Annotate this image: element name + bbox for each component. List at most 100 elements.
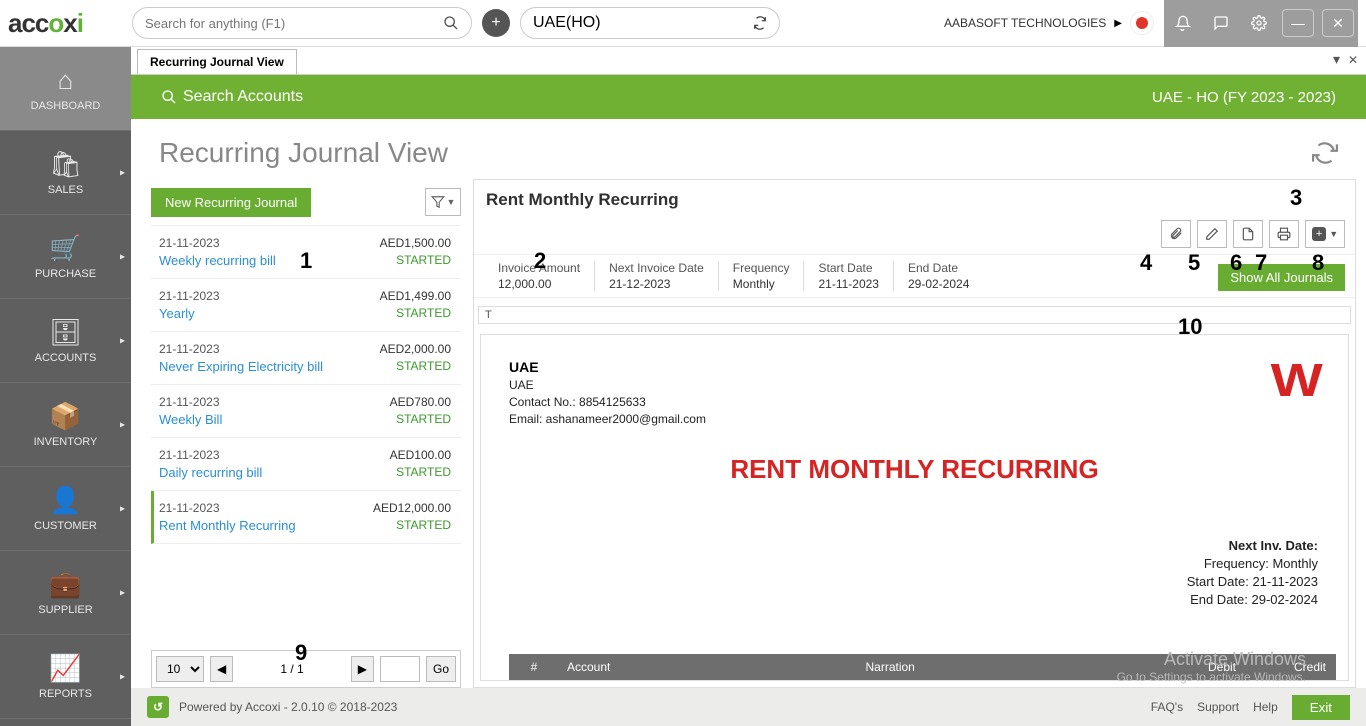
page-input[interactable] <box>380 656 420 682</box>
global-search[interactable] <box>132 7 472 39</box>
t-marker: T <box>478 306 1351 324</box>
bell-icon[interactable] <box>1164 0 1202 47</box>
support-link[interactable]: Support <box>1197 700 1239 714</box>
search-accounts[interactable]: Search Accounts <box>161 88 303 106</box>
col-account: Account <box>559 660 858 674</box>
table-header: # Account Narration Debit Credit <box>509 654 1336 680</box>
search-input[interactable] <box>145 16 443 31</box>
cart-icon: 🛒 <box>49 233 81 264</box>
journal-list: 21-11-2023Weekly recurring billAED1,500.… <box>151 225 461 650</box>
chevron-right-icon: ▸ <box>120 335 125 346</box>
nav-label: CUSTOMER <box>34 520 97 532</box>
close-window-button[interactable]: ✕ <box>1322 9 1354 37</box>
chevron-down-icon: ▼ <box>447 197 456 207</box>
metric: End Date29-02-2024 <box>894 261 983 291</box>
document-preview: UAE UAE Contact No.: 8854125633 Email: a… <box>480 334 1349 681</box>
nav-dashboard[interactable]: ⌂ DASHBOARD <box>0 47 131 131</box>
doc-heading: RENT MONTHLY RECURRING <box>509 454 1320 485</box>
nav-supplier[interactable]: 💼 SUPPLIER ▸ <box>0 551 131 635</box>
item-date: 21-11-2023 <box>159 289 220 303</box>
refresh-button[interactable] <box>1312 140 1338 166</box>
search-icon[interactable] <box>443 15 459 31</box>
chart-icon: 📈 <box>49 653 81 684</box>
metric: Start Date 21-11-2023 <box>804 261 894 291</box>
chevron-right-icon[interactable]: ▶ <box>1114 18 1122 29</box>
new-recurring-journal-button[interactable]: New Recurring Journal <box>151 188 311 217</box>
nav-inventory[interactable]: 📦 INVENTORY ▸ <box>0 383 131 467</box>
location-select[interactable]: UAE(HO) <box>520 7 780 39</box>
metric: Next Invoice Date21-12-2023 <box>595 261 719 291</box>
item-status: STARTED <box>390 412 451 426</box>
fy-label: UAE - HO (FY 2023 - 2023) <box>1152 89 1336 106</box>
item-name: Never Expiring Electricity bill <box>159 359 323 374</box>
print-button[interactable] <box>1269 220 1299 248</box>
metric-label: Start Date <box>818 261 879 275</box>
item-date: 21-11-2023 <box>159 448 262 462</box>
item-amount: AED2,000.00 <box>380 342 451 356</box>
nav-sales[interactable]: 🛍 SALES ▸ <box>0 131 131 215</box>
metric-value: 21-11-2023 <box>818 277 879 291</box>
freq-line: Frequency: Monthly <box>1187 556 1318 571</box>
item-status: STARTED <box>380 253 451 267</box>
home-icon: ⌂ <box>58 65 74 96</box>
item-date: 21-11-2023 <box>159 395 222 409</box>
profile-badge[interactable] <box>1130 11 1154 35</box>
metric: FrequencyMonthly <box>719 261 805 291</box>
faqs-link[interactable]: FAQ's <box>1151 700 1183 714</box>
go-button[interactable]: Go <box>426 656 456 682</box>
nav-label: PURCHASE <box>35 268 96 280</box>
chat-icon[interactable] <box>1202 0 1240 47</box>
item-status: STARTED <box>380 359 451 373</box>
show-all-journals-button[interactable]: Show All Journals <box>1218 264 1345 291</box>
help-link[interactable]: Help <box>1253 700 1278 714</box>
pdf-button[interactable] <box>1233 220 1263 248</box>
chevron-right-icon: ▸ <box>120 503 125 514</box>
next-inv-date: Next Inv. Date: <box>1187 538 1318 553</box>
prev-page-button[interactable]: ◀ <box>210 656 233 682</box>
page-size-select[interactable]: 10 <box>156 656 204 682</box>
briefcase-icon: 💼 <box>49 569 81 600</box>
more-actions-button[interactable]: +▼ <box>1305 220 1345 248</box>
tab-recurring-journal[interactable]: Recurring Journal View <box>137 49 297 74</box>
filter-button[interactable]: ▼ <box>425 188 461 216</box>
app-logo: accoxi <box>8 8 132 39</box>
list-item[interactable]: 21-11-2023Weekly BillAED780.00STARTED <box>151 385 461 438</box>
item-name: Weekly Bill <box>159 412 222 427</box>
company-name[interactable]: AABASOFT TECHNOLOGIES <box>944 16 1106 30</box>
nav-label: SUPPLIER <box>38 604 92 616</box>
sync-icon[interactable] <box>753 16 767 30</box>
chevron-right-icon: ▸ <box>120 671 125 682</box>
item-date: 21-11-2023 <box>159 342 323 356</box>
chevron-right-icon: ▸ <box>120 587 125 598</box>
list-item[interactable]: 21-11-2023Weekly recurring billAED1,500.… <box>151 226 461 279</box>
edit-button[interactable] <box>1197 220 1227 248</box>
list-item[interactable]: 21-11-2023 Never Expiring Electricity bil… <box>151 332 461 385</box>
item-amount: AED12,000.00 <box>373 501 451 515</box>
item-date: 21-11-2023 <box>159 236 276 250</box>
pager: 10 ◀ 1 / 1 ▶ Go <box>151 650 461 688</box>
minimize-button[interactable]: — <box>1282 9 1314 37</box>
nav-reports[interactable]: 📈 REPORTS ▸ <box>0 635 131 719</box>
gear-icon[interactable] <box>1240 0 1278 47</box>
item-amount: AED1,500.00 <box>380 236 451 250</box>
list-item[interactable]: 21-11-2023Daily recurring billAED100.00S… <box>151 438 461 491</box>
tab-dropdown-icon[interactable]: ▾ <box>1333 51 1340 68</box>
attach-button[interactable] <box>1161 220 1191 248</box>
footer-logo-icon: ↺ <box>147 696 169 718</box>
tab-close-icon[interactable]: ✕ <box>1348 53 1358 67</box>
list-item[interactable]: 21-11-2023YearlyAED1,499.00STARTED <box>151 279 461 332</box>
list-item[interactable]: 21-11-2023Rent Monthly RecurringAED12,00… <box>151 491 461 544</box>
nav-customer[interactable]: 👤 CUSTOMER ▸ <box>0 467 131 551</box>
nav-purchase[interactable]: 🛒 PURCHASE ▸ <box>0 215 131 299</box>
next-page-button[interactable]: ▶ <box>351 656 374 682</box>
nav-accounts[interactable]: 🗄 ACCOUNTS ▸ <box>0 299 131 383</box>
item-date: 21-11-2023 <box>159 501 296 515</box>
item-name: Daily recurring bill <box>159 465 262 480</box>
company-address: UAE <box>509 378 1320 392</box>
metric-value: 21-12-2023 <box>609 277 704 291</box>
exit-button[interactable]: Exit <box>1292 695 1350 720</box>
company-logo-icon: W <box>1270 353 1322 407</box>
add-button[interactable]: + <box>482 9 510 37</box>
end-line: End Date: 29-02-2024 <box>1187 592 1318 607</box>
company-contact: Contact No.: 8854125633 <box>509 395 1320 409</box>
